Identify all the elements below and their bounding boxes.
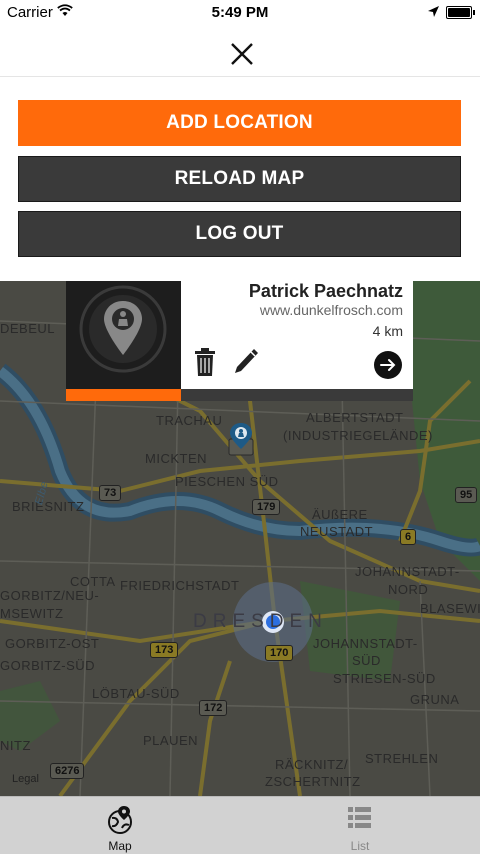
map-label-nitz: NITZ xyxy=(0,738,31,753)
tab-map[interactable]: Map xyxy=(0,797,240,854)
map-label-johannstadt-nord-2: NORD xyxy=(388,582,429,597)
map-label-albertstadt-industrie: (INDUSTRIEGELÄNDE) xyxy=(283,428,433,443)
tab-map-label: Map xyxy=(108,839,132,853)
map-label-trachau: TRACHAU xyxy=(156,413,223,428)
card-footer-bar xyxy=(181,389,413,401)
map-label-gorbitz-neu-2: MSEWITZ xyxy=(0,606,64,621)
arrow-right-icon[interactable] xyxy=(374,351,402,379)
location-owner-name: Patrick Paechnatz xyxy=(248,281,403,301)
map-label-racknitz: RÄCKNITZ/ xyxy=(275,757,349,772)
divider xyxy=(0,76,480,77)
map-label-mickten: MICKTEN xyxy=(145,451,207,466)
road-badge-95: 95 xyxy=(455,487,478,503)
map-label-johannstadt-sued: JOHANNSTADT- xyxy=(313,636,418,651)
person-pin-icon xyxy=(79,285,167,373)
map-label-pieschen: PIESCHEN SÜD xyxy=(175,474,279,489)
road-badge-173: 173 xyxy=(150,642,179,658)
map-label-briesnitz: BRIESNITZ xyxy=(12,499,85,514)
map-label-friedrichstadt: FRIEDRICHSTADT xyxy=(120,578,240,593)
map-label-zschertnitz: ZSCHERTNITZ xyxy=(265,774,361,789)
location-thumbnail xyxy=(66,281,181,401)
map-label-aeussere: ÄUßERE xyxy=(312,507,368,522)
road-badge-179: 179 xyxy=(252,499,281,515)
pencil-icon[interactable] xyxy=(232,347,260,382)
road-badge-170: 170 xyxy=(265,645,294,661)
close-icon[interactable] xyxy=(228,40,256,68)
tab-list-label: List xyxy=(350,839,370,853)
map-label-gorbitz-ost: GORBITZ-OST xyxy=(5,636,100,651)
location-arrow-icon xyxy=(428,4,439,21)
location-distance: 4 km xyxy=(372,323,403,339)
map-label-gorbitz-neu: GORBITZ/NEU- xyxy=(0,588,100,603)
tab-list[interactable]: List xyxy=(240,797,480,854)
road-badge-6276: 6276 xyxy=(50,763,85,779)
map-label-cotta: COTTA xyxy=(70,574,116,589)
log-out-button[interactable]: LOG OUT xyxy=(18,211,461,257)
map-label-johannstadt-nord: JOHANNSTADT- xyxy=(355,564,460,579)
globe-pin-icon xyxy=(107,805,133,840)
trash-icon[interactable] xyxy=(194,347,216,382)
map-label-plauen: PLAUEN xyxy=(143,733,199,748)
thumbnail-accent-bar xyxy=(66,389,181,401)
map-label-striesen-sued: STRIESEN-SÜD xyxy=(333,671,436,686)
road-badge-6: 6 xyxy=(400,529,417,545)
map-label-strehlen: STREHLEN xyxy=(365,751,439,766)
map-label-dresden: DRESDEN xyxy=(193,611,328,632)
location-url[interactable]: www.dunkelfrosch.com xyxy=(260,302,403,318)
map-label-gorbitz-sued: GORBITZ-SÜD xyxy=(0,658,96,673)
map-label-blasewitz: BLASEWITZ xyxy=(420,601,480,616)
map-label-loebtau-sued: LÖBTAU-SÜD xyxy=(92,686,180,701)
legal-link[interactable]: Legal xyxy=(12,773,39,785)
map-label-gruna: GRUNA xyxy=(410,692,460,707)
map-label-johannstadt-sued-2: SÜD xyxy=(352,653,381,668)
battery-icon xyxy=(446,6,475,19)
list-icon xyxy=(347,805,373,836)
reload-map-button[interactable]: RELOAD MAP xyxy=(18,156,461,202)
map-label-radebeul: DEBEUL xyxy=(0,321,56,336)
road-badge-73: 73 xyxy=(99,485,122,501)
clock: 5:49 PM xyxy=(211,4,269,21)
map-label-neustadt: NEUSTADT xyxy=(300,524,374,539)
menu-panel: ADD LOCATION RELOAD MAP LOG OUT xyxy=(0,26,480,281)
road-badge-172: 172 xyxy=(199,700,228,716)
add-location-button[interactable]: ADD LOCATION xyxy=(18,100,461,146)
map-label-albertstadt: ALBERTSTADT xyxy=(306,410,404,425)
status-bar: Carrier 5:49 PM xyxy=(0,0,480,26)
tab-bar: Map List xyxy=(0,796,480,854)
location-info-card[interactable]: Patrick Paechnatz www.dunkelfrosch.com 4… xyxy=(66,281,413,401)
